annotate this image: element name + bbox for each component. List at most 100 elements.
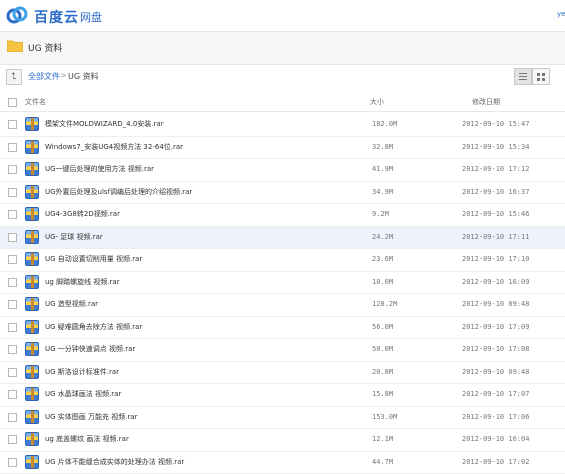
back-button[interactable]: ⮤: [6, 69, 22, 85]
table-row[interactable]: UG 造型视频.rar 128.2M 2012-09-10 09:48: [0, 294, 565, 317]
user-link[interactable]: ye: [557, 10, 565, 18]
rar-archive-icon: [25, 410, 39, 424]
row-checkbox[interactable]: [8, 120, 17, 129]
rar-archive-icon: [25, 252, 39, 266]
file-name[interactable]: UG外置后处理及ulsf调编后处理的介绍视频.rar: [45, 187, 192, 197]
file-name[interactable]: ug 底盖螺纹 画法 视频.rar: [45, 434, 129, 444]
back-arrow-icon: ⮤: [11, 72, 16, 82]
file-name[interactable]: UG 水晶球画法 视频.rar: [45, 389, 121, 399]
file-date: 2012-09-10 15:34: [462, 143, 529, 151]
row-checkbox[interactable]: [8, 233, 17, 242]
rar-archive-icon: [25, 162, 39, 176]
table-row[interactable]: UG 自动设置切削用量 视频.rar 23.6M 2012-09-10 17:10: [0, 249, 565, 272]
table-row[interactable]: UG 一分钟快速调点 视频.rar 50.0M 2012-09-10 17:08: [0, 339, 565, 362]
row-checkbox[interactable]: [8, 435, 17, 444]
row-checkbox[interactable]: [8, 413, 17, 422]
file-size: 34.9M: [372, 188, 393, 196]
file-date: 2012-09-10 17:10: [462, 255, 529, 263]
file-size: 128.2M: [372, 300, 397, 308]
row-checkbox[interactable]: [8, 255, 17, 264]
file-name[interactable]: UG 疑难圆角去除方法 视频.rar: [45, 322, 142, 332]
file-size: 9.2M: [372, 210, 389, 218]
baidu-cloud-logo-icon[interactable]: [6, 6, 28, 24]
top-bar: 百度云 网盘 ye: [0, 0, 565, 30]
breadcrumb-current: UG 资料: [68, 71, 99, 82]
row-checkbox[interactable]: [8, 278, 17, 287]
list-view-button[interactable]: [514, 68, 532, 85]
file-date: 2012-09-10 17:08: [462, 345, 529, 353]
row-checkbox[interactable]: [8, 210, 17, 219]
grid-view-button[interactable]: [532, 68, 550, 85]
logo-subtitle: 网盘: [80, 9, 102, 25]
breadcrumb-all-files[interactable]: 全部文件: [28, 71, 60, 82]
rar-archive-icon: [25, 230, 39, 244]
column-header-size[interactable]: 大小: [370, 97, 384, 107]
file-date: 2012-09-10 16:04: [462, 435, 529, 443]
file-name[interactable]: 模架文件MOLDWIZARD_4.0安装.rar: [45, 119, 164, 129]
file-list-header: 文件名 大小 修改日期: [0, 93, 565, 112]
file-name[interactable]: UG 造型视频.rar: [45, 299, 98, 309]
file-list: 模架文件MOLDWIZARD_4.0安装.rar182.0M2012-09-10…: [0, 114, 565, 474]
file-name[interactable]: UG 自动设置切削用量 视频.rar: [45, 254, 142, 264]
table-row[interactable]: UG 片体不能缝合成实体的处理办法 视频.rar44.7M2012-09-10 …: [0, 452, 565, 474]
table-row[interactable]: ug 脚踏螺旋线 视频.rar10.0M2012-09-10 16:09: [0, 272, 565, 295]
file-date: 2012-09-10 09:48: [462, 300, 529, 308]
file-date: 2012-09-10 16:37: [462, 188, 529, 196]
file-name[interactable]: UG一键后处理的使用方法 视频.rar: [45, 164, 154, 174]
select-all-checkbox[interactable]: [8, 98, 17, 107]
file-name[interactable]: UG4-3G8转2D视频.rar: [45, 209, 120, 219]
table-row[interactable]: Windows7_安装UG4视频方法 32-64位.rar32.8M2012-0…: [0, 137, 565, 160]
row-checkbox[interactable]: [8, 188, 17, 197]
column-header-date[interactable]: 修改日期: [472, 97, 500, 107]
file-date: 2012-09-10 15:47: [462, 120, 529, 128]
row-checkbox[interactable]: [8, 323, 17, 332]
file-size: 56.0M: [372, 323, 393, 331]
row-checkbox[interactable]: [8, 165, 17, 174]
logo-text[interactable]: 百度云: [34, 7, 79, 27]
file-name[interactable]: UG 实体图画 万能充 视频.rar: [45, 412, 138, 422]
file-size: 15.8M: [372, 390, 393, 398]
file-name[interactable]: UG 斯洛设计标准件.rar: [45, 367, 119, 377]
row-checkbox[interactable]: [8, 345, 17, 354]
file-date: 2012-09-10 17:06: [462, 413, 529, 421]
table-row[interactable]: ug 底盖螺纹 画法 视频.rar 12.1M 2012-09-10 16:04: [0, 429, 565, 452]
file-name[interactable]: UG- 足球 视频.rar: [45, 232, 103, 242]
file-name[interactable]: Windows7_安装UG4视频方法 32-64位.rar: [45, 142, 183, 152]
row-checkbox[interactable]: [8, 458, 17, 467]
rar-archive-icon: [25, 275, 39, 289]
file-date: 2012-09-10 17:07: [462, 390, 529, 398]
rar-archive-icon: [25, 455, 39, 469]
table-row[interactable]: UG 疑难圆角去除方法 视频.rar56.0M2012-09-10 17:09: [0, 317, 565, 340]
rar-archive-icon: [25, 365, 39, 379]
file-size: 23.6M: [372, 255, 393, 263]
row-checkbox[interactable]: [8, 368, 17, 377]
file-name[interactable]: ug 脚踏螺旋线 视频.rar: [45, 277, 120, 287]
table-row[interactable]: UG 斯洛设计标准件.rar20.8M2012-09-10 09:48: [0, 362, 565, 385]
row-checkbox[interactable]: [8, 300, 17, 309]
file-size: 50.0M: [372, 345, 393, 353]
folder-icon: [7, 40, 23, 52]
file-size: 12.1M: [372, 435, 393, 443]
table-row[interactable]: UG 实体图画 万能充 视频.rar153.0M2012-09-10 17:06: [0, 407, 565, 430]
table-row[interactable]: UG- 足球 视频.rar24.2M2012-09-10 17:11: [0, 227, 565, 250]
file-date: 2012-09-10 17:12: [462, 165, 529, 173]
rar-archive-icon: [25, 185, 39, 199]
file-name[interactable]: UG 片体不能缝合成实体的处理办法 视频.rar: [45, 457, 184, 467]
table-row[interactable]: 模架文件MOLDWIZARD_4.0安装.rar182.0M2012-09-10…: [0, 114, 565, 137]
breadcrumb-bar: ⮤ 全部文件 > UG 资料: [0, 66, 565, 88]
rar-archive-icon: [25, 387, 39, 401]
row-checkbox[interactable]: [8, 143, 17, 152]
table-row[interactable]: UG外置后处理及ulsf调编后处理的介绍视频.rar 34.9M 2012-09-1…: [0, 182, 565, 205]
column-header-name[interactable]: 文件名: [25, 97, 46, 107]
file-size: 10.0M: [372, 278, 393, 286]
folder-title: UG 资料: [28, 41, 62, 54]
file-size: 44.7M: [372, 458, 393, 466]
row-checkbox[interactable]: [8, 390, 17, 399]
table-row[interactable]: UG4-3G8转2D视频.rar9.2M2012-09-10 15:46: [0, 204, 565, 227]
file-size: 41.9M: [372, 165, 393, 173]
table-row[interactable]: UG一键后处理的使用方法 视频.rar 41.9M 2012-09-10 17:12: [0, 159, 565, 182]
breadcrumb-separator: >: [60, 71, 67, 80]
rar-archive-icon: [25, 432, 39, 446]
file-name[interactable]: UG 一分钟快速调点 视频.rar: [45, 344, 135, 354]
table-row[interactable]: UG 水晶球画法 视频.rar 15.8M 2012-09-10 17:07: [0, 384, 565, 407]
